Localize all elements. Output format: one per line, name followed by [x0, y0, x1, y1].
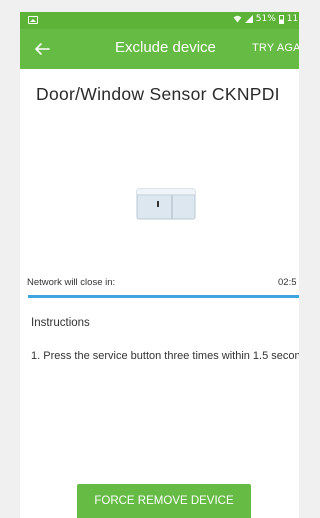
status-indicators: 51% 11:5 — [233, 14, 299, 24]
instruction-step: 1. Press the service button three times … — [31, 350, 299, 362]
force-remove-device-button[interactable]: FORCE REMOVE DEVICE — [77, 484, 251, 518]
network-timer-row: Network will close in: 02:5 — [20, 277, 299, 291]
app-bar: Exclude device TRY AGAI — [20, 29, 299, 69]
status-bar: 51% 11:5 — [20, 12, 299, 29]
network-progress-bar — [28, 295, 299, 298]
network-progress-fill — [28, 295, 299, 298]
clock: 11:5 — [286, 14, 299, 24]
try-again-button[interactable]: TRY AGAI — [252, 42, 299, 54]
image-icon — [28, 16, 38, 24]
battery-percent: 51% — [255, 14, 276, 24]
battery-icon — [278, 14, 284, 24]
network-countdown: 02:5 — [278, 277, 297, 288]
arrow-left-icon[interactable] — [34, 41, 50, 57]
wifi-icon — [233, 15, 242, 23]
instructions-heading: Instructions — [31, 317, 90, 329]
network-close-label: Network will close in: — [27, 277, 116, 288]
signal-icon — [244, 15, 253, 23]
app-screen: 51% 11:5 Exclude device TRY AGAI Door/Wi… — [20, 12, 299, 518]
page-title: Exclude device — [115, 39, 216, 56]
device-name: Door/Window Sensor CKNPDI — [36, 84, 280, 104]
door-window-sensor-icon — [136, 188, 196, 220]
